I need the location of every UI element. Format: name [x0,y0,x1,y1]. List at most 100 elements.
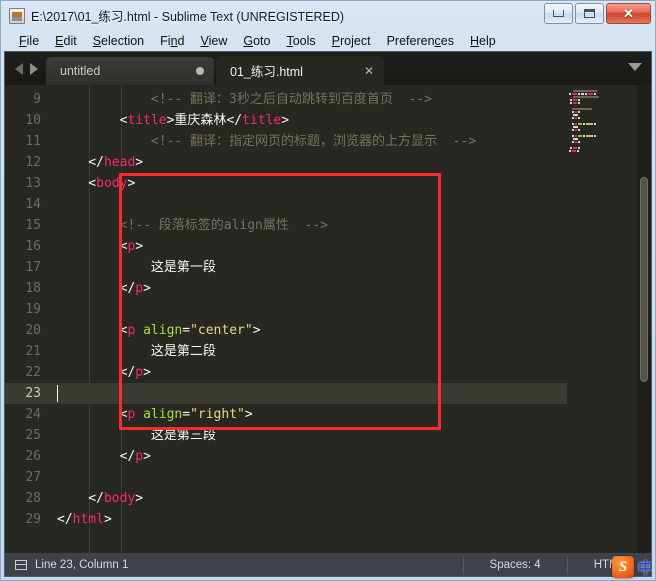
code-line[interactable]: 这是第二段 [51,341,651,362]
tab-untitled[interactable]: untitled [46,57,214,85]
code-line[interactable]: <!-- 翻译：3秒之后自动跳转到百度首页 --> [51,89,651,110]
line-number: 20 [25,323,41,338]
menu-item-selection[interactable]: Selection [85,33,152,49]
vertical-scrollbar[interactable] [637,85,651,553]
code-line[interactable]: <p> [51,236,651,257]
code-line[interactable]: </p> [51,362,651,383]
token-punc: </ [57,155,104,170]
code-line[interactable]: </body> [51,488,651,509]
sogou-logo-icon[interactable]: S [611,556,634,578]
menu-item-project[interactable]: Project [324,33,379,49]
menu-item-find[interactable]: Find [152,33,192,49]
line-number: 23 [5,383,51,404]
code-line[interactable]: <p align="center"> [51,320,651,341]
code-line[interactable]: 这是第三段 [51,425,651,446]
close-button[interactable]: ✕ [606,3,651,24]
nav-next-icon[interactable] [30,62,38,75]
token-tag: body [96,176,128,191]
token-punc: > [135,491,144,506]
minimap-token [573,137,578,140]
code-line[interactable] [51,299,651,320]
code-line[interactable]: </p> [51,278,651,299]
menu-item-tools[interactable]: Tools [278,33,323,49]
menu-item-file[interactable]: File [11,33,47,49]
line-number: 26 [25,449,41,464]
menu-item-goto[interactable]: Goto [235,33,278,49]
minimap-token [577,146,580,149]
token-string: "right" [190,407,245,422]
token-text: 重庆森林 [174,113,227,128]
chevron-down-icon[interactable] [628,63,642,71]
minimap-token [577,134,583,137]
token-punc: </ [57,281,136,296]
tab-bar: untitled 01_练习.html ✕ [5,52,651,85]
token-punc: </ [226,113,243,128]
minimap-token [577,116,580,119]
minimap-token [572,92,577,95]
token-punc: > [252,323,261,338]
menu-item-preferences[interactable]: Preferences [379,33,462,49]
code-line[interactable]: </html> [51,509,651,530]
token-comment: <!-- 翻译：指定网页的标题，浏览器的上方显示 --> [57,134,477,149]
token-punc: = [182,407,191,422]
code-line[interactable] [51,383,651,404]
code-line[interactable]: <body> [51,173,651,194]
minimap-token [570,98,573,101]
code-line[interactable]: <p align="right"> [51,404,651,425]
indentation-setting[interactable]: Spaces: 4 [464,559,567,571]
menu-item-view[interactable]: View [192,33,235,49]
minimap-token [574,140,577,143]
minimap-token [585,92,588,95]
token-punc: </ [57,365,136,380]
tab-01-lianxi-html[interactable]: 01_练习.html ✕ [216,56,384,85]
line-number: 17 [25,260,41,275]
line-number-gutter: 9 10 11 12 13 14 15 16 17 18 19 20 21 22 23 24 25 26 27 28 2… [5,85,51,553]
minimap-token [569,149,571,152]
minimap-token [574,110,577,113]
tab-close-icon[interactable]: ✕ [364,65,374,77]
minimap-token [583,134,586,137]
menu-item-help[interactable]: Help [462,33,504,49]
code-line[interactable]: </p> [51,446,651,467]
minimap-token [572,149,576,152]
sidebar-toggle-icon[interactable] [15,559,27,570]
line-number: 21 [25,344,41,359]
minimap-token [574,122,577,125]
maximize-button[interactable] [575,3,604,24]
minimap[interactable] [567,85,637,553]
line-number: 9 [33,92,41,107]
code-line[interactable]: </head> [51,152,651,173]
unsaved-dot-icon[interactable] [196,67,204,75]
code-line[interactable]: 这是第一段 [51,257,651,278]
minimap-token [571,110,574,113]
code-line[interactable] [51,467,651,488]
code-line[interactable]: <!-- 段落标签的align属性 --> [51,215,651,236]
minimap-token [571,134,574,137]
token-punc: > [135,239,144,254]
token-punc [135,323,143,338]
minimap-token [594,122,597,125]
nav-previous-icon[interactable] [15,62,23,75]
minimap-token [576,149,579,152]
ime-chinese-mode-icon[interactable]: 中 [638,557,653,578]
sogou-ime-indicator[interactable]: S 中 [611,556,653,578]
scrollbar-thumb[interactable] [640,177,648,382]
token-text: 这是第一段 [57,260,216,275]
minimap-token [577,110,580,113]
maximize-icon [584,9,595,18]
code-view[interactable]: <!-- 翻译：3秒之后自动跳转到百度首页 --> <title>重庆森林</t… [51,85,651,553]
token-comment: <!-- 翻译：3秒之后自动跳转到百度首页 --> [57,92,433,107]
token-text: 这是第三段 [57,428,216,443]
token-tag: p [135,365,144,380]
code-line[interactable] [51,194,651,215]
minimap-token [577,128,580,131]
line-number: 11 [25,134,41,149]
minimize-button[interactable] [544,3,573,24]
minimap-token [571,140,574,143]
minimap-token [571,122,574,125]
minimap-token [571,128,574,131]
minimap-token [577,140,580,143]
code-line[interactable]: <!-- 翻译：指定网页的标题，浏览器的上方显示 --> [51,131,651,152]
menu-item-edit[interactable]: Edit [47,33,85,49]
code-line[interactable]: <title>重庆森林</title> [51,110,651,131]
